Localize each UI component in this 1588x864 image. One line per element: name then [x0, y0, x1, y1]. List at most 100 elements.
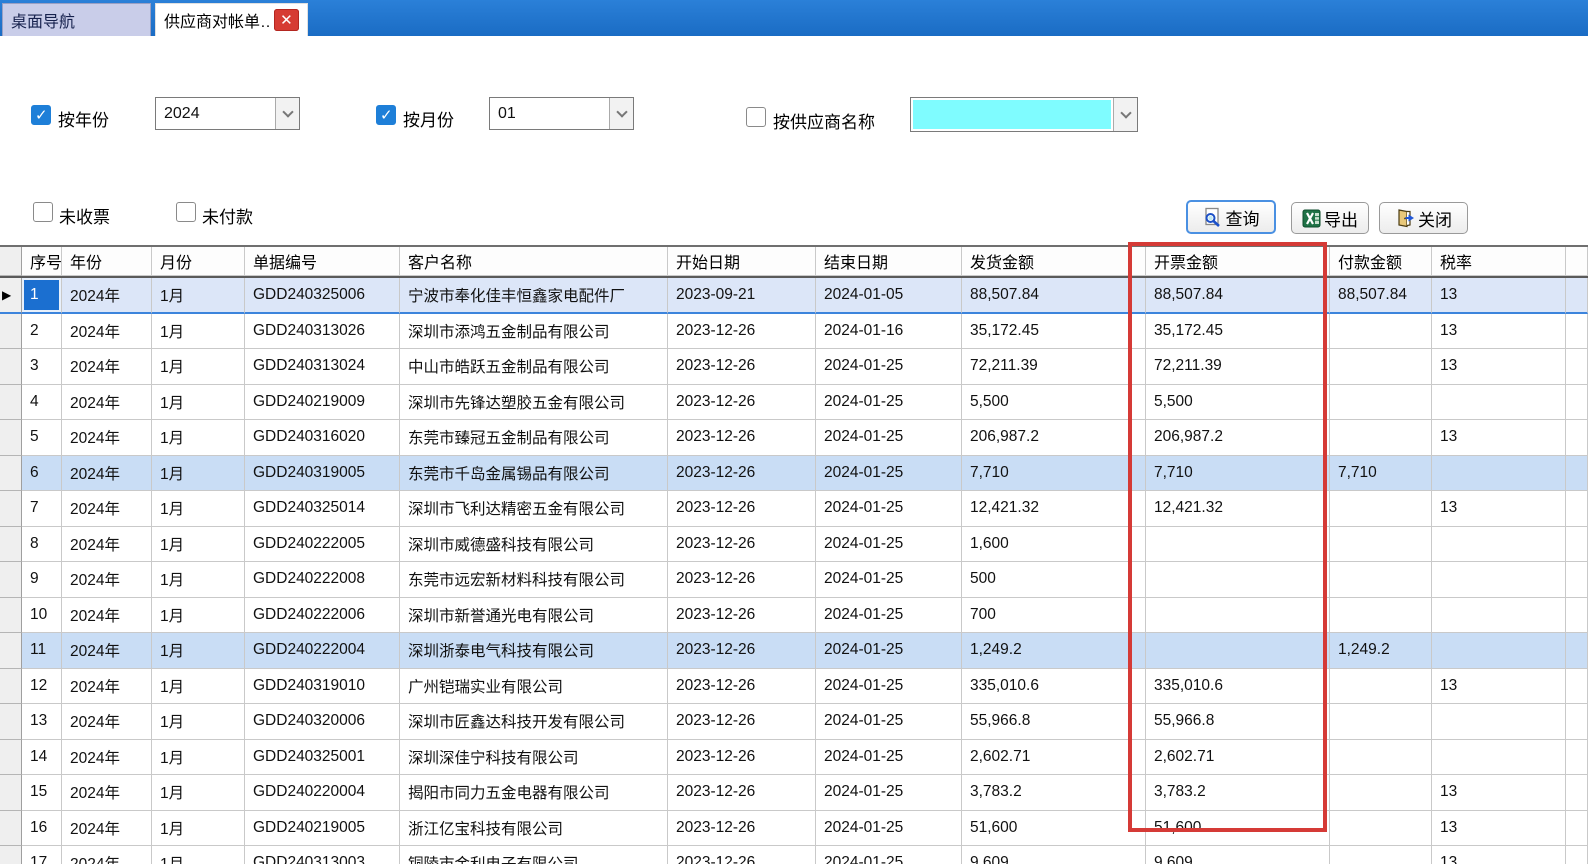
table-cell[interactable]: GDD240320006 [245, 704, 400, 740]
column-header[interactable]: 客户名称 [400, 247, 668, 276]
table-row[interactable]: 152024年1月GDD240220004揭阳市同力五金电器有限公司2023-1… [0, 775, 1588, 811]
table-cell[interactable]: 深圳市新誉通光电有限公司 [400, 598, 668, 634]
table-cell[interactable]: 5,500 [962, 385, 1146, 421]
table-cell[interactable]: 2024年 [62, 633, 152, 669]
table-cell[interactable]: 17 [22, 846, 62, 864]
row-selector-cell[interactable] [0, 527, 22, 563]
table-cell[interactable]: 2023-12-26 [668, 385, 816, 421]
table-cell[interactable]: 13 [1432, 420, 1566, 456]
table-cell[interactable] [1330, 385, 1432, 421]
table-cell[interactable]: 9,609 [1146, 846, 1330, 864]
table-cell[interactable]: 1,249.2 [1330, 633, 1432, 669]
row-selector-cell[interactable] [0, 491, 22, 527]
table-cell[interactable]: 深圳市添鸿五金制品有限公司 [400, 314, 668, 350]
table-cell[interactable] [1330, 562, 1432, 598]
table-cell[interactable]: 72,211.39 [1146, 349, 1330, 385]
table-cell[interactable]: 东莞市臻冠五金制品有限公司 [400, 420, 668, 456]
table-cell[interactable]: 2024-01-25 [816, 598, 962, 634]
table-cell[interactable] [1330, 527, 1432, 563]
row-selector-cell[interactable] [0, 740, 22, 776]
table-cell[interactable]: 88,507.84 [1146, 278, 1330, 314]
table-cell[interactable]: 12 [22, 669, 62, 705]
column-header[interactable]: 年份 [62, 247, 152, 276]
table-cell[interactable]: 3,783.2 [962, 775, 1146, 811]
table-cell[interactable]: 13 [1432, 775, 1566, 811]
table-cell[interactable]: 13 [22, 704, 62, 740]
table-cell[interactable]: 206,987.2 [962, 420, 1146, 456]
table-cell[interactable]: 1月 [152, 633, 245, 669]
table-cell[interactable]: 2024年 [62, 278, 152, 314]
table-cell[interactable]: GDD240313003 [245, 846, 400, 864]
chevron-down-icon[interactable] [275, 98, 299, 129]
table-cell[interactable]: 700 [962, 598, 1146, 634]
row-selector-cell[interactable] [0, 598, 22, 634]
table-cell[interactable]: 2,602.71 [1146, 740, 1330, 776]
table-row[interactable]: 72024年1月GDD240325014深圳市飞利达精密五金有限公司2023-1… [0, 491, 1588, 527]
table-cell[interactable]: 10 [22, 598, 62, 634]
table-cell[interactable]: 1月 [152, 598, 245, 634]
table-cell[interactable]: GDD240319005 [245, 456, 400, 492]
table-cell[interactable]: GDD240313024 [245, 349, 400, 385]
table-cell[interactable]: 1月 [152, 669, 245, 705]
table-cell[interactable] [1330, 491, 1432, 527]
table-cell[interactable]: 11 [22, 633, 62, 669]
table-cell[interactable]: 35,172.45 [962, 314, 1146, 350]
table-cell[interactable]: 335,010.6 [1146, 669, 1330, 705]
table-cell[interactable]: 1月 [152, 278, 245, 314]
table-row[interactable]: 62024年1月GDD240319005东莞市千岛金属锡品有限公司2023-12… [0, 456, 1588, 492]
close-tab-icon[interactable]: ✕ [274, 9, 299, 31]
table-cell[interactable]: 14 [22, 740, 62, 776]
no-payment-checkbox[interactable] [176, 202, 196, 222]
table-cell[interactable]: GDD240219005 [245, 811, 400, 847]
table-cell[interactable]: 2024年 [62, 314, 152, 350]
table-cell[interactable]: 2024年 [62, 669, 152, 705]
table-cell[interactable]: 2024-01-25 [816, 704, 962, 740]
table-cell[interactable]: 8 [22, 527, 62, 563]
table-row[interactable]: 102024年1月GDD240222006深圳市新誉通光电有限公司2023-12… [0, 598, 1588, 634]
table-cell[interactable] [1432, 740, 1566, 776]
table-row[interactable]: 22024年1月GDD240313026深圳市添鸿五金制品有限公司2023-12… [0, 314, 1588, 350]
table-cell[interactable]: 1月 [152, 420, 245, 456]
column-header[interactable]: 序号 [22, 247, 62, 276]
table-cell[interactable]: GDD240222004 [245, 633, 400, 669]
table-cell[interactable]: 55,966.8 [962, 704, 1146, 740]
table-cell[interactable]: 6 [22, 456, 62, 492]
table-cell[interactable]: 7,710 [962, 456, 1146, 492]
table-cell[interactable]: 2024-01-25 [816, 491, 962, 527]
column-header[interactable]: 开票金额 [1146, 247, 1330, 276]
supplier-select[interactable] [910, 97, 1138, 132]
table-cell[interactable]: 35,172.45 [1146, 314, 1330, 350]
table-cell[interactable]: 2023-12-26 [668, 491, 816, 527]
table-cell[interactable]: 72,211.39 [962, 349, 1146, 385]
table-cell[interactable]: 2023-12-26 [668, 775, 816, 811]
table-cell[interactable]: 13 [1432, 278, 1566, 314]
table-row[interactable]: 42024年1月GDD240219009深圳市先锋达塑胶五金有限公司2023-1… [0, 385, 1588, 421]
table-cell[interactable]: 宁波市奉化佳丰恒鑫家电配件厂 [400, 278, 668, 314]
table-cell[interactable]: 5,500 [1146, 385, 1330, 421]
table-cell[interactable]: GDD240220004 [245, 775, 400, 811]
table-cell[interactable]: 88,507.84 [1330, 278, 1432, 314]
table-cell[interactable]: GDD240222008 [245, 562, 400, 598]
table-cell[interactable]: 深圳浙泰电气科技有限公司 [400, 633, 668, 669]
table-cell[interactable]: 1,600 [962, 527, 1146, 563]
table-cell[interactable]: 2024年 [62, 846, 152, 864]
table-cell[interactable] [1330, 598, 1432, 634]
close-button[interactable]: 关闭 [1379, 202, 1468, 234]
table-cell[interactable] [1432, 527, 1566, 563]
table-cell[interactable]: 东莞市千岛金属锡品有限公司 [400, 456, 668, 492]
table-cell[interactable]: 2024年 [62, 420, 152, 456]
table-cell[interactable]: 2024年 [62, 775, 152, 811]
table-cell[interactable]: 2024年 [62, 349, 152, 385]
table-cell[interactable]: 12,421.32 [1146, 491, 1330, 527]
table-cell[interactable]: 东莞市远宏新材料科技有限公司 [400, 562, 668, 598]
table-cell[interactable]: 2023-12-26 [668, 598, 816, 634]
table-row[interactable]: 162024年1月GDD240219005浙江亿宝科技有限公司2023-12-2… [0, 811, 1588, 847]
no-invoice-checkbox[interactable] [33, 202, 53, 222]
table-cell[interactable]: 深圳深佳宁科技有限公司 [400, 740, 668, 776]
row-selector-cell[interactable] [0, 456, 22, 492]
table-cell[interactable]: 15 [22, 775, 62, 811]
table-cell[interactable] [1432, 456, 1566, 492]
table-cell[interactable] [1432, 562, 1566, 598]
table-cell[interactable] [1330, 811, 1432, 847]
table-cell[interactable]: GDD240325014 [245, 491, 400, 527]
